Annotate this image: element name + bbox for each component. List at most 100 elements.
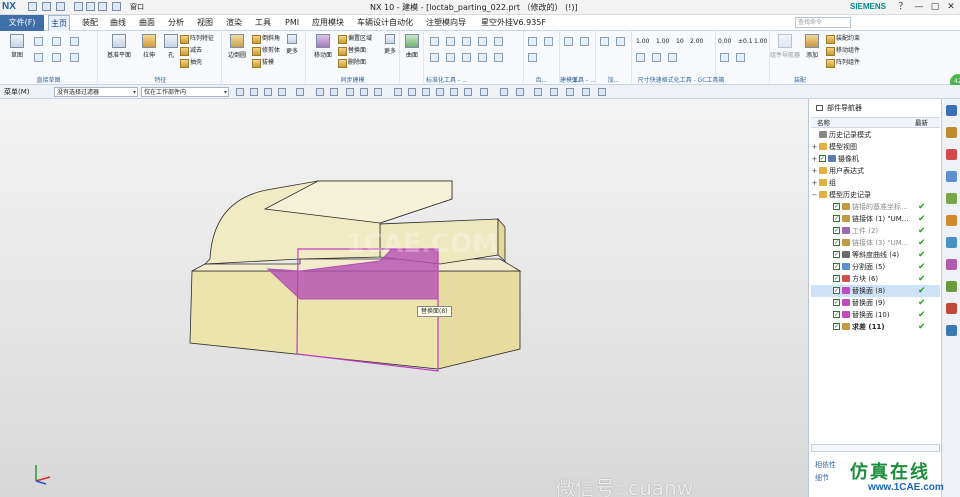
minimize-button[interactable]: — bbox=[912, 1, 926, 13]
tree-row[interactable]: ✓ 求差 (11) ✔ bbox=[811, 321, 940, 333]
datum-plane-button[interactable]: 基准平面 bbox=[104, 34, 134, 64]
line-icon[interactable] bbox=[70, 37, 79, 46]
copy-icon[interactable] bbox=[86, 2, 95, 11]
part-model[interactable] bbox=[0, 99, 808, 497]
help-button[interactable]: ？ bbox=[896, 1, 910, 13]
type-filter-dropdown[interactable]: 没有选择过滤器 bbox=[54, 87, 138, 97]
tab-mold-wizard[interactable]: 注塑模向导 bbox=[424, 15, 468, 31]
tab-vehicle-design[interactable]: 车辆设计自动化 bbox=[355, 15, 415, 31]
snap-icon[interactable] bbox=[534, 88, 542, 96]
tools-tab-icon[interactable] bbox=[946, 325, 957, 336]
visibility-checkbox[interactable]: ✓ bbox=[833, 251, 840, 258]
command-search-input[interactable]: 查找命令 bbox=[795, 17, 851, 28]
move-face-button[interactable]: 移动面 bbox=[308, 34, 338, 64]
expand-toggle[interactable]: + bbox=[811, 153, 818, 165]
circle-icon[interactable] bbox=[52, 53, 61, 62]
tree-row[interactable]: ✓ 替换面 (10) ✔ bbox=[811, 309, 940, 321]
visibility-checkbox[interactable]: ✓ bbox=[833, 311, 840, 318]
chamfer-button[interactable]: 倒斜角 bbox=[252, 34, 280, 44]
trim-body-button[interactable]: 修剪体 bbox=[252, 46, 280, 56]
tree-row[interactable]: ✓ 工件 (2) ✔ bbox=[811, 225, 940, 237]
snap-icon[interactable] bbox=[598, 88, 606, 96]
building-tool-icon[interactable] bbox=[636, 53, 645, 62]
standard-tool-icon[interactable] bbox=[478, 37, 487, 46]
tab-render[interactable]: 渲染 bbox=[224, 15, 244, 31]
standard-tool-icon[interactable] bbox=[478, 53, 487, 62]
tab-assembly[interactable]: 装配 bbox=[80, 15, 100, 31]
menu-button[interactable]: 菜单(M) bbox=[4, 87, 30, 97]
snap-icon[interactable] bbox=[264, 88, 272, 96]
snap-icon[interactable] bbox=[330, 88, 338, 96]
file-menu-button[interactable]: 文件(F) bbox=[0, 15, 44, 31]
building-tool-icon[interactable] bbox=[652, 53, 661, 62]
add-tool-icon[interactable] bbox=[600, 37, 609, 46]
snap-icon[interactable] bbox=[278, 88, 286, 96]
dependencies-panel[interactable]: 相依性 bbox=[815, 460, 836, 470]
roles-tab-icon[interactable] bbox=[946, 281, 957, 292]
assembly-navigator-tab-icon[interactable] bbox=[946, 127, 957, 138]
expand-toggle[interactable]: − bbox=[811, 189, 818, 201]
save-icon[interactable] bbox=[28, 2, 37, 11]
visibility-checkbox[interactable]: ✓ bbox=[833, 299, 840, 306]
tree-row[interactable]: ✓ 替换面 (8) ✔ bbox=[811, 285, 940, 297]
shell-button[interactable]: 抽壳 bbox=[180, 58, 202, 68]
arc-icon[interactable] bbox=[34, 53, 43, 62]
window-menu[interactable]: 窗口 bbox=[130, 2, 144, 12]
hd3d-tools-tab-icon[interactable] bbox=[946, 193, 957, 204]
standard-tool-icon[interactable] bbox=[462, 53, 471, 62]
expand-toggle[interactable]: + bbox=[811, 165, 818, 177]
tree-row[interactable]: + 用户表达式 bbox=[811, 165, 940, 177]
add-component-button[interactable]: 添加 bbox=[800, 34, 824, 64]
standard-tool-icon[interactable] bbox=[430, 53, 439, 62]
tree-row[interactable]: + 模型视图 bbox=[811, 141, 940, 153]
standard-tool-icon[interactable] bbox=[446, 37, 455, 46]
visibility-checkbox[interactable]: ✓ bbox=[833, 239, 840, 246]
visibility-checkbox[interactable]: ✓ bbox=[833, 215, 840, 222]
column-latest[interactable]: 最新 bbox=[915, 118, 928, 128]
rectangle-icon[interactable] bbox=[52, 37, 61, 46]
touch-mode-icon[interactable] bbox=[112, 2, 121, 11]
delete-face-button[interactable]: 删除面 bbox=[338, 58, 366, 68]
paste-icon[interactable] bbox=[98, 2, 107, 11]
tree-row[interactable]: ✓ 替换面 (9) ✔ bbox=[811, 297, 940, 309]
selection-scope-dropdown[interactable]: 仅在工作部件内 bbox=[141, 87, 229, 97]
snap-icon[interactable] bbox=[316, 88, 324, 96]
profile-icon[interactable] bbox=[34, 37, 43, 46]
snap-icon[interactable] bbox=[516, 88, 524, 96]
expand-toggle[interactable]: + bbox=[811, 177, 818, 189]
spring-tool-icon[interactable] bbox=[564, 37, 573, 46]
tree-row[interactable]: ✓ 链接体 (3) "UM... ✔ bbox=[811, 237, 940, 249]
constraint-navigator-tab-icon[interactable] bbox=[946, 149, 957, 160]
replace-face-button[interactable]: 替换面 bbox=[338, 46, 366, 56]
tab-tools[interactable]: 工具 bbox=[253, 15, 273, 31]
tree-row[interactable]: ✓ 等斜度曲线 (4) ✔ bbox=[811, 249, 940, 261]
edge-blend-button[interactable]: 边倒圆 bbox=[222, 34, 252, 64]
tab-home[interactable]: 主页 bbox=[48, 15, 70, 31]
standard-tool-icon[interactable] bbox=[462, 37, 471, 46]
visibility-checkbox[interactable]: ✓ bbox=[819, 155, 826, 162]
snap-icon[interactable] bbox=[500, 88, 508, 96]
snap-icon[interactable] bbox=[408, 88, 416, 96]
redo-icon[interactable] bbox=[56, 2, 65, 11]
visibility-checkbox[interactable]: ✓ bbox=[833, 275, 840, 282]
tab-view[interactable]: 视图 bbox=[195, 15, 215, 31]
web-browser-tab-icon[interactable] bbox=[946, 215, 957, 226]
snap-icon[interactable] bbox=[360, 88, 368, 96]
offset-region-button[interactable]: 偏置区域 bbox=[338, 34, 372, 44]
snap-icon[interactable] bbox=[436, 88, 444, 96]
sketch-button[interactable]: 草图 bbox=[2, 34, 32, 64]
subtract-button[interactable]: 减去 bbox=[180, 46, 202, 56]
snap-icon[interactable] bbox=[480, 88, 488, 96]
standard-tool-icon[interactable] bbox=[446, 53, 455, 62]
column-name[interactable]: 名称 bbox=[817, 118, 830, 128]
spring-tool-icon[interactable] bbox=[580, 37, 589, 46]
draft-button[interactable]: 拔模 bbox=[252, 58, 274, 68]
tree-row[interactable]: ✓ 链接的基准坐标... ✔ bbox=[811, 201, 940, 213]
graphics-window[interactable]: 1CAE.COM 替换面(8) 微信号: cuanw bbox=[0, 99, 808, 497]
expand-toggle[interactable]: + bbox=[811, 141, 818, 153]
pattern-component-button[interactable]: 阵列组件 bbox=[826, 58, 860, 68]
tab-surface[interactable]: 曲面 bbox=[137, 15, 157, 31]
snap-icon[interactable] bbox=[394, 88, 402, 96]
close-button[interactable]: ✕ bbox=[944, 1, 958, 13]
surface-button[interactable]: 曲面 bbox=[400, 34, 424, 64]
